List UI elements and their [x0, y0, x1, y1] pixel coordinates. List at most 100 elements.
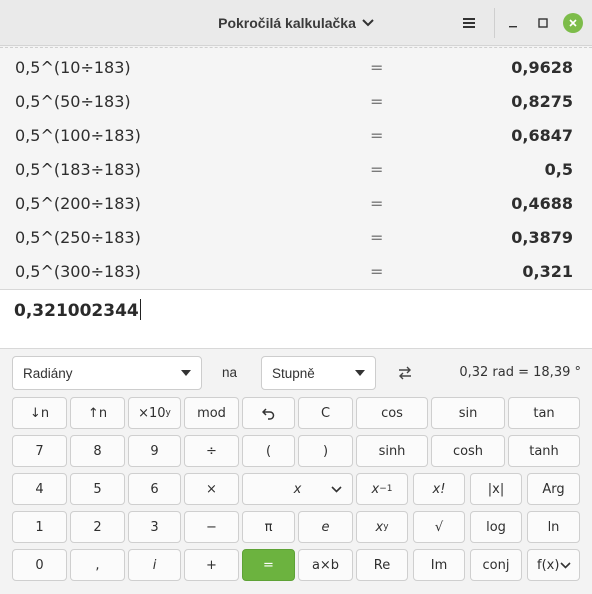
key-label: 0 [35, 557, 44, 573]
digit-3-button[interactable]: 3 [128, 511, 181, 543]
euler-button[interactable]: e [298, 511, 353, 543]
digit-5-button[interactable]: 5 [70, 473, 125, 505]
exponent-button[interactable]: ×10 y [128, 397, 181, 429]
digit-7-button[interactable]: 7 [12, 435, 67, 467]
from-unit-select[interactable]: Radiány [12, 356, 202, 390]
history-expression: 0,5^(300÷183) [15, 262, 141, 281]
close-paren-button[interactable]: ) [298, 435, 353, 467]
imaginary-button[interactable]: i [128, 549, 181, 581]
titlebar-separator [494, 8, 495, 38]
factorize-button[interactable]: a×b [298, 549, 353, 581]
key-label: × [206, 481, 217, 497]
minimize-icon [509, 26, 517, 28]
key-label: + [206, 557, 217, 573]
log-button[interactable]: log [470, 511, 522, 543]
conjugate-button[interactable]: conj [470, 549, 522, 581]
minimize-button[interactable] [503, 13, 523, 33]
key-label: f(x) [537, 557, 560, 573]
arg-button[interactable]: Arg [527, 473, 580, 505]
key-label: ( [265, 443, 272, 459]
history-equals: = [370, 262, 384, 281]
mod-button[interactable]: mod [184, 397, 239, 429]
history-row[interactable]: 0,5^(50÷183) = 0,8275 [0, 86, 592, 120]
undo-button[interactable] [242, 397, 295, 429]
key-label: cos [381, 405, 403, 421]
maximize-button[interactable] [533, 13, 553, 33]
cos-button[interactable]: cos [356, 397, 428, 429]
ln-button[interactable]: ln [527, 511, 580, 543]
history-result: 0,6847 [511, 126, 573, 145]
history-result: 0,3879 [511, 228, 573, 247]
pi-button[interactable]: π [242, 511, 295, 543]
key-label: 2 [93, 519, 102, 535]
history-row[interactable]: 0,5^(10÷183) = 0,9628 [0, 52, 592, 86]
inverse-button[interactable]: x −1 [356, 473, 408, 505]
digit-6-button[interactable]: 6 [128, 473, 181, 505]
key-label: ) [322, 443, 329, 459]
equals-button[interactable]: = [242, 549, 295, 581]
display-value: 0,321002344 [14, 301, 139, 321]
history-row[interactable]: 0,5^(183÷183) = 0,5 [0, 154, 592, 188]
key-label: |x| [487, 481, 505, 497]
to-unit-select[interactable]: Stupně [261, 356, 376, 390]
digit-1-button[interactable]: 1 [12, 511, 67, 543]
key-label: 3 [150, 519, 159, 535]
factorial-button[interactable]: x! [413, 473, 465, 505]
history-row[interactable]: 0,5^(100÷183) = 0,6847 [0, 120, 592, 154]
digit-8-button[interactable]: 8 [70, 435, 125, 467]
tanh-button[interactable]: tanh [508, 435, 580, 467]
clear-button[interactable]: C [298, 397, 353, 429]
key-label: x! [432, 481, 446, 497]
key-label: − [206, 519, 217, 535]
dropdown-arrow-icon [355, 370, 365, 376]
power-button[interactable]: xy [356, 511, 408, 543]
digit-2-button[interactable]: 2 [70, 511, 125, 543]
key-label: Re [373, 557, 391, 573]
key-label: x [375, 519, 384, 535]
digit-4-button[interactable]: 4 [12, 473, 67, 505]
key-label: i [152, 557, 157, 573]
tan-button[interactable]: tan [508, 397, 580, 429]
divide-button[interactable]: ÷ [184, 435, 239, 467]
mode-menu-button[interactable]: Pokročilá kalkulačka [212, 8, 380, 38]
swap-units-icon[interactable] [396, 364, 414, 382]
imaginary-part-button[interactable]: Im [413, 549, 465, 581]
open-paren-button[interactable]: ( [242, 435, 295, 467]
text-cursor [139, 299, 141, 320]
menu-icon[interactable] [458, 12, 480, 34]
superscript-button[interactable]: ↑n [70, 397, 125, 429]
sinh-button[interactable]: sinh [356, 435, 428, 467]
subscript-button[interactable]: ↓n [12, 397, 67, 429]
history-equals: = [370, 58, 384, 77]
decimal-comma-button[interactable]: , [70, 549, 125, 581]
digit-9-button[interactable]: 9 [128, 435, 181, 467]
key-label: ÷ [206, 443, 217, 459]
history-row[interactable]: 0,5^(300÷183) = 0,321 [0, 256, 592, 290]
expression-input[interactable]: 0,321002344 [0, 289, 592, 349]
undo-icon [261, 408, 274, 420]
key-label: = [263, 557, 274, 573]
key-label: y [165, 408, 171, 418]
multiply-button[interactable]: × [184, 473, 239, 505]
digit-0-button[interactable]: 0 [12, 549, 67, 581]
close-icon [569, 19, 577, 27]
subtract-button[interactable]: − [184, 511, 239, 543]
cosh-button[interactable]: cosh [431, 435, 505, 467]
window-title: Pokročilá kalkulačka [218, 15, 356, 31]
history-row[interactable]: 0,5^(200÷183) = 0,4688 [0, 188, 592, 222]
key-label: 5 [93, 481, 102, 497]
key-label: sin [458, 405, 478, 421]
real-part-button[interactable]: Re [356, 549, 408, 581]
history-result: 0,321 [522, 262, 573, 281]
history-equals: = [370, 126, 384, 145]
absolute-value-button[interactable]: |x| [470, 473, 522, 505]
history-row[interactable]: 0,5^(250÷183) = 0,3879 [0, 222, 592, 256]
close-button[interactable] [563, 13, 583, 33]
add-button[interactable]: + [184, 549, 239, 581]
sqrt-button[interactable]: √ [413, 511, 465, 543]
history-expression: 0,5^(50÷183) [15, 92, 131, 111]
function-menu-button[interactable]: f(x) [527, 549, 580, 581]
variable-menu-button[interactable]: x [242, 473, 353, 505]
sin-button[interactable]: sin [431, 397, 505, 429]
key-label: tanh [529, 443, 559, 459]
